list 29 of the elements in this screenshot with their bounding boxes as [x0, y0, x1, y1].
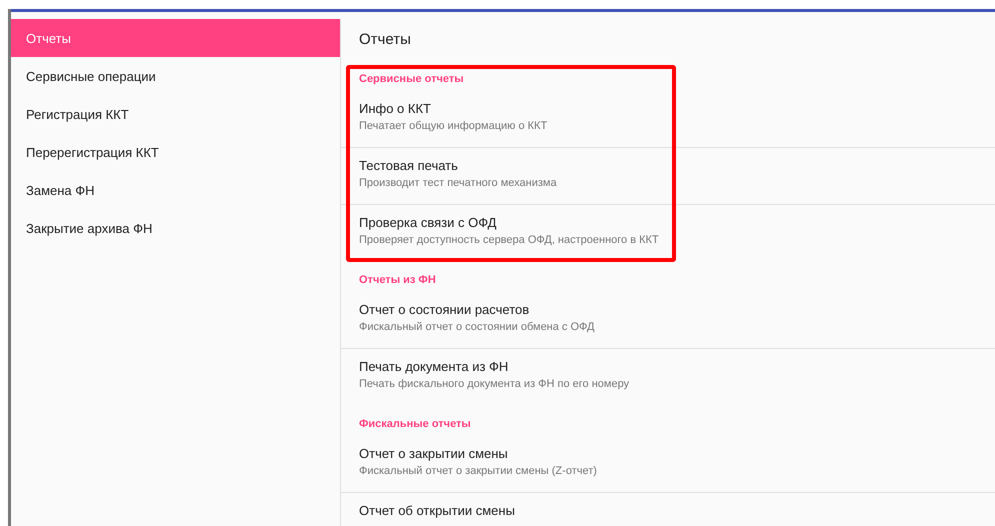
report-item[interactable]: Проверка связи с ОФД Проверяет доступность сервера ОФД, настроенного в ККТ	[341, 205, 995, 262]
report-item[interactable]: Тестовая печать Производит тест печатного механизма	[341, 148, 995, 205]
page-title: Отчеты	[358, 30, 412, 50]
item-subtitle: Производит тест печатного механизма	[359, 177, 558, 189]
item-subtitle: Печатает общую информацию о ККТ	[359, 120, 548, 132]
section-header: Сервисные отчеты	[358, 72, 465, 87]
sidebar-item[interactable]: Перерегистрация ККТ	[11, 133, 340, 171]
sidebar-item[interactable]: Регистрация ККТ	[11, 95, 340, 133]
item-title: Инфо о ККТ	[359, 101, 432, 116]
report-item[interactable]: Инфо о ККТ Печатает общую информацию о ККТ	[341, 91, 995, 148]
item-subtitle: Проверяет доступность сервера ОФД, настроенного в ККТ	[359, 234, 660, 246]
item-subtitle: Печать фискального документа из ФН по его номеру	[359, 378, 630, 390]
report-item[interactable]: Отчет об открытии смены	[341, 493, 995, 526]
item-title: Отчет о закрытии смены	[359, 446, 509, 461]
item-title: Отчет об открытии смены	[359, 503, 516, 518]
report-item[interactable]: Печать документа из ФН Печать фискального документа из ФН по его номеру	[341, 349, 995, 406]
report-item[interactable]: Отчет о закрытии смены Фискальный отчет о закрытии смены (Z-отчет)	[341, 436, 995, 493]
item-subtitle: Фискальный отчет о состоянии обмена с ОФД	[359, 321, 596, 333]
item-title: Проверка связи с ОФД	[359, 215, 498, 230]
item-title: Печать документа из ФН	[359, 359, 510, 374]
sidebar-item[interactable]: Закрытие архива ФН	[11, 209, 340, 247]
item-title: Отчет о состоянии расчетов	[359, 302, 530, 317]
sidebar-item[interactable]: Сервисные операции	[11, 57, 340, 95]
section-header: Фискальные отчеты	[358, 417, 472, 432]
item-subtitle: Фискальный отчет о закрытии смены (Z-отчет)	[359, 465, 598, 477]
item-title: Тестовая печать	[359, 158, 459, 173]
sidebar-item[interactable]: Замена ФН	[11, 171, 340, 209]
section-header: Отчеты из ФН	[358, 273, 437, 288]
report-item[interactable]: Отчет о состоянии расчетов Фискальный отчет о состоянии обмена с ОФД	[341, 292, 995, 349]
